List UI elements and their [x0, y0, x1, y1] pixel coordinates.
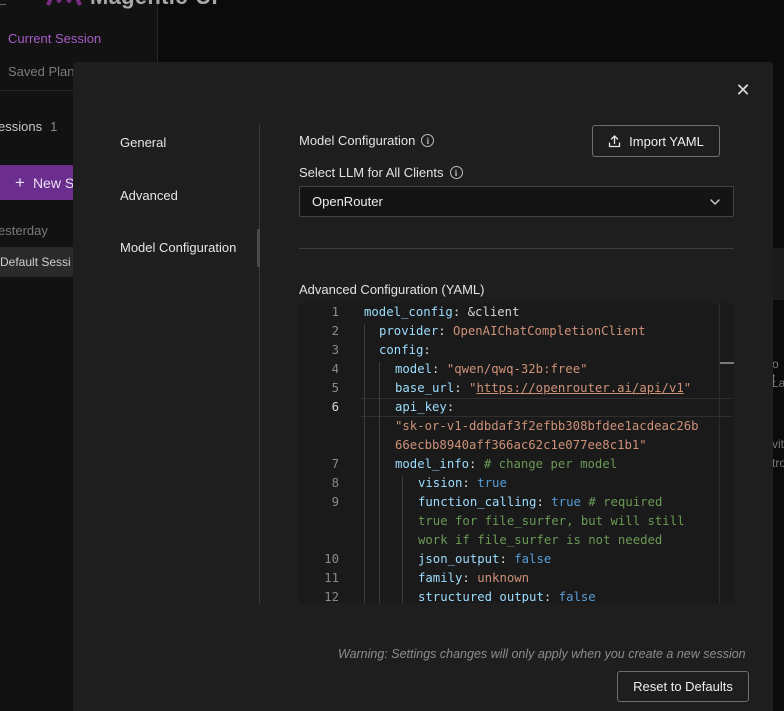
upload-icon — [609, 134, 621, 147]
nav-active-indicator — [257, 229, 260, 267]
close-icon[interactable]: ✕ — [733, 80, 753, 100]
nav-item-advanced[interactable]: Advanced — [120, 188, 178, 203]
tab-current-session[interactable]: Current Session — [8, 31, 101, 46]
code-line: api_key: — [395, 400, 455, 414]
section-title: Model Configuration i — [299, 133, 435, 148]
editor-scrollbar[interactable] — [719, 303, 720, 603]
nav-divider — [259, 124, 260, 604]
background-text: vit — [772, 437, 784, 451]
import-yaml-label: Import YAML — [629, 133, 704, 149]
llm-select-value: OpenRouter — [312, 194, 383, 209]
indent-guide — [379, 362, 380, 603]
info-icon[interactable]: i — [421, 134, 435, 147]
section-title-text: Model Configuration — [299, 133, 416, 148]
code-line: true for file_surfer, but will still — [418, 514, 685, 528]
select-llm-label-text: Select LLM for All Clients — [299, 165, 444, 180]
code-line: "sk-or-v1-ddbdaf3f2efbb308bfdee1acdeac26… — [395, 419, 699, 433]
sessions-count: 1 — [50, 119, 58, 134]
code-line: config: — [379, 343, 431, 357]
code-line: base_url: "https://openrouter.ai/api/v1" — [395, 381, 692, 395]
app-title: Magentic-UI — [90, 0, 218, 10]
editor-scrollbar-thumb[interactable] — [720, 362, 734, 364]
code-line: family: unknown — [418, 571, 530, 585]
indent-guide — [364, 324, 365, 603]
divider — [299, 248, 734, 249]
yaml-editor[interactable]: 1 2 3 4 5 6 7 8 9 10 11 12 model_config:… — [299, 303, 734, 603]
code-line: work if file_surfer is not needed — [418, 533, 663, 547]
code-line: model: "qwen/qwq-32b:free" — [395, 362, 588, 376]
llm-select[interactable]: OpenRouter — [299, 186, 734, 217]
sessions-label: essions — [0, 119, 43, 134]
chevron-down-icon — [710, 199, 720, 205]
warning-text: Warning: Settings changes will only appl… — [338, 647, 746, 661]
code-line: model_config: &client — [364, 305, 520, 319]
app-logo: Magentic-UI — [46, 0, 218, 10]
code-line: function_calling: true # required — [418, 495, 663, 509]
code-line: structured_output: false — [418, 590, 596, 603]
menu-toggle[interactable] — [0, 4, 6, 5]
reset-to-defaults-button[interactable]: Reset to Defaults — [617, 671, 749, 702]
yaml-label: Advanced Configuration (YAML) — [299, 282, 485, 297]
code-line: model_info: # change per model — [395, 457, 618, 471]
tab-saved-plan[interactable]: Saved Plan — [8, 64, 75, 79]
indent-guide — [402, 476, 403, 603]
background-panel — [772, 248, 784, 300]
code-line: json_output: false — [418, 552, 552, 566]
select-llm-label: Select LLM for All Clients i — [299, 165, 463, 180]
nav-item-model-configuration[interactable]: Model Configuration — [120, 240, 236, 255]
url-link[interactable]: https://openrouter.ai/api/v1 — [476, 381, 683, 395]
code-line: provider: OpenAIChatCompletionClient — [379, 324, 646, 338]
background-text: tro — [772, 456, 784, 470]
nav-item-general[interactable]: General — [120, 135, 166, 150]
session-group-label: esterday — [0, 223, 48, 238]
sessions-header: essions 1 — [0, 119, 57, 134]
logo-icon — [46, 0, 82, 7]
code-line: 66ecbb8940aff366ac62c1e077ee8c1b1" — [395, 438, 647, 452]
import-yaml-button[interactable]: Import YAML — [592, 125, 720, 157]
new-session-label: New S — [32, 174, 75, 191]
plus-icon: + — [15, 172, 25, 192]
background-text: La — [772, 376, 784, 390]
code-area[interactable]: model_config: &client provider: OpenAICh… — [299, 303, 734, 603]
code-line: vision: true — [418, 476, 507, 490]
info-icon[interactable]: i — [449, 166, 463, 179]
